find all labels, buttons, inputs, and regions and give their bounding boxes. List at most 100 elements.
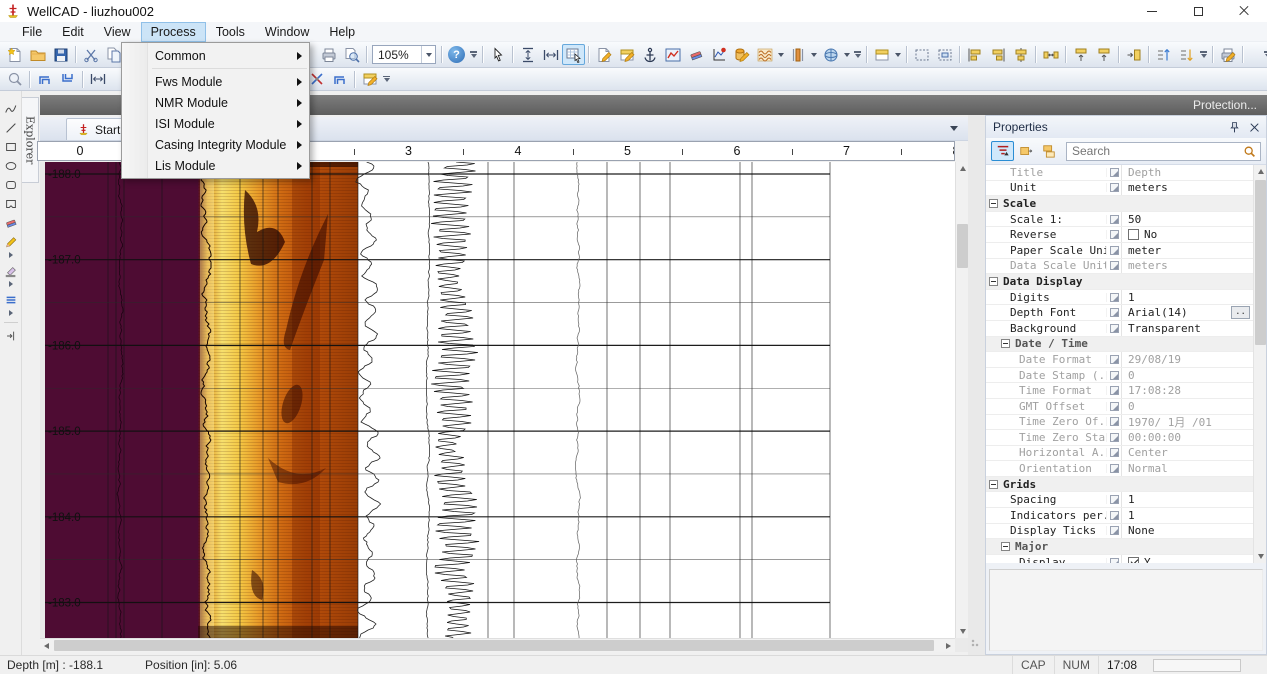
scrollbar-thumb[interactable] [1255, 180, 1266, 345]
sort-descending-button[interactable] [1175, 44, 1198, 65]
property-row-scale-1-[interactable]: Scale 1: 50 [986, 211, 1253, 228]
protection-label[interactable]: Protection... [1193, 98, 1257, 112]
well-log-canvas[interactable]: -188.0 -187.0 -186.0 -185.0 -184.0 -183.0 [40, 162, 955, 638]
property-value[interactable]: Depth [1121, 165, 1253, 180]
property-row-time-zero-start[interactable]: Time Zero Start 00:00:00 [986, 430, 1253, 446]
horizontal-scrollbar-thumb[interactable] [54, 640, 934, 651]
edit-page-button[interactable] [592, 44, 615, 65]
menu-window[interactable]: Window [255, 22, 319, 42]
property-grid-scrollbar[interactable] [1253, 165, 1266, 563]
menu-help[interactable]: Help [319, 22, 365, 42]
property-row-background[interactable]: Background Transparent [986, 320, 1253, 337]
toolbar-overflow-button[interactable] [381, 70, 392, 88]
line-tool-button[interactable] [1, 118, 21, 137]
property-row-data-scale-unit[interactable]: Data Scale Unit meters [986, 258, 1253, 275]
property-row-unit[interactable]: Unit meters [986, 180, 1253, 197]
menu-view[interactable]: View [94, 22, 141, 42]
rectangle-tool-button[interactable] [1, 137, 21, 156]
tab-list-dropdown-icon[interactable] [950, 126, 958, 131]
fit-width-button[interactable] [539, 44, 562, 65]
toolbar-overflow-button[interactable] [468, 46, 479, 64]
property-row-title[interactable]: Title Depth [986, 165, 1253, 181]
property-value[interactable]: 29/08/19 [1121, 352, 1253, 367]
structure-tool-button[interactable] [328, 69, 351, 90]
sort-ascending-button[interactable] [1152, 44, 1175, 65]
chevron-down-icon[interactable] [844, 52, 850, 57]
checkbox-unchecked[interactable] [1128, 229, 1139, 241]
property-category-grids[interactable]: Grids [986, 476, 1253, 493]
explorer-tab[interactable]: Explorer [22, 97, 39, 183]
property-value[interactable]: Y [1121, 554, 1253, 563]
header-style-button[interactable] [870, 44, 893, 65]
property-value[interactable]: 1970/ 1月 /01 [1121, 414, 1253, 430]
property-row-depth-font[interactable]: Depth Font Arial(14).. [986, 305, 1253, 321]
scroll-right-button[interactable] [942, 639, 955, 652]
property-row-paper-scale-unit[interactable]: Paper Scale Unit meter [986, 242, 1253, 259]
pin-icon[interactable] [1228, 121, 1241, 134]
property-category-data-display[interactable]: Data Display [986, 274, 1253, 290]
chevron-right-icon[interactable] [8, 252, 13, 258]
panel-close-icon[interactable] [1250, 123, 1259, 132]
checkbox-checked[interactable] [1128, 556, 1139, 563]
freehand-tool-button[interactable] [1, 99, 21, 118]
search-icon[interactable] [1243, 145, 1256, 158]
eraser-tool-button[interactable] [1, 213, 21, 232]
property-row-orientation[interactable]: Orientation Normal [986, 461, 1253, 477]
fit-height-button[interactable] [516, 44, 539, 65]
anchor-button[interactable] [638, 44, 661, 65]
search-input[interactable] [1067, 144, 1243, 158]
chevron-down-icon[interactable] [778, 52, 784, 57]
scroll-up-button[interactable] [1254, 165, 1266, 178]
property-category-major[interactable]: Major [986, 539, 1253, 555]
cut-button[interactable] [79, 44, 102, 65]
property-category-scale[interactable]: Scale [986, 196, 1253, 212]
open-file-button[interactable] [26, 44, 49, 65]
align-center-button[interactable] [1009, 44, 1032, 65]
menu-tools[interactable]: Tools [206, 22, 255, 42]
collapse-expander-icon[interactable] [989, 198, 998, 208]
chevron-right-icon[interactable] [8, 281, 13, 287]
property-value[interactable]: None [1121, 523, 1253, 539]
property-value[interactable]: Normal [1121, 461, 1253, 476]
property-row-reverse[interactable]: Reverse No [986, 227, 1253, 243]
borehole-button[interactable] [786, 44, 809, 65]
pencil-tool-button[interactable] [1, 232, 21, 251]
remove-log-button[interactable] [56, 69, 79, 90]
zoom-combobox[interactable]: 105% [372, 45, 436, 64]
move-top-alt-button[interactable] [1092, 44, 1115, 65]
crossplot-button[interactable] [707, 44, 730, 65]
vertical-scrollbar[interactable] [955, 162, 968, 638]
collapse-expander-icon[interactable] [1001, 542, 1010, 552]
distribute-horizontal-button[interactable] [1039, 44, 1062, 65]
property-row-indicators-per-[interactable]: Indicators per... 1 [986, 508, 1253, 524]
process-menu-item-casing-integrity-module[interactable]: Casing Integrity Module [122, 134, 309, 155]
select-table-tool-button[interactable] [562, 44, 585, 65]
properties-search-box[interactable] [1066, 141, 1261, 161]
property-row-time-format[interactable]: Time Format 17:08:28 [986, 383, 1253, 399]
scroll-down-button[interactable] [1254, 550, 1266, 563]
property-row-gmt-offset[interactable]: GMT Offset 0 [986, 398, 1253, 415]
property-pages-button[interactable] [1037, 141, 1060, 161]
toolbar-overflow-button[interactable] [1198, 46, 1209, 64]
process-menu-item-common[interactable]: Common [122, 45, 309, 66]
property-value[interactable]: 1 [1121, 289, 1253, 305]
property-row-digits[interactable]: Digits 1 [986, 289, 1253, 306]
globe-button[interactable] [819, 44, 842, 65]
edit-table-button[interactable] [358, 69, 381, 90]
fill-tool-button[interactable] [1, 261, 21, 280]
property-row-time-zero-of-[interactable]: Time Zero Of... 1970/ 1月 /01 [986, 414, 1253, 431]
print-layout-button[interactable] [1216, 44, 1239, 65]
property-value[interactable]: 0 [1121, 367, 1253, 383]
property-value[interactable]: 1 [1121, 508, 1253, 523]
save-button[interactable] [49, 44, 72, 65]
toolbar-overflow-button[interactable] [852, 46, 863, 64]
new-document-button[interactable] [3, 44, 26, 65]
collapse-expander-icon[interactable] [1001, 339, 1010, 349]
scroll-left-button[interactable] [40, 639, 53, 652]
well-log-view[interactable]: -188.0 -187.0 -186.0 -185.0 -184.0 -183.0 [40, 162, 955, 638]
property-value[interactable]: 1 [1121, 492, 1253, 508]
seismic-wave-button[interactable] [753, 44, 776, 65]
align-left-button[interactable] [963, 44, 986, 65]
chevron-down-icon[interactable] [811, 52, 817, 57]
process-menu-item-fws-module[interactable]: Fws Module [122, 71, 309, 92]
